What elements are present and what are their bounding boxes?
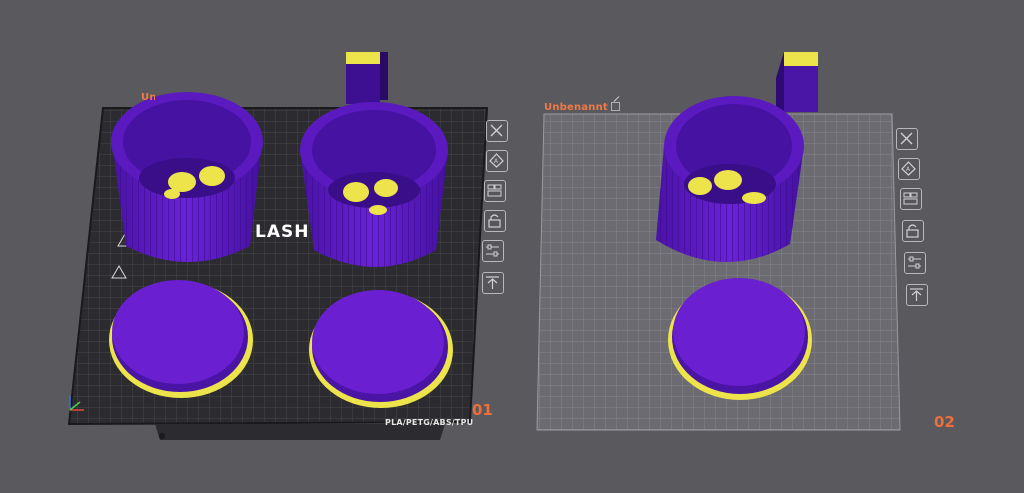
- arrange-icon[interactable]: [900, 188, 922, 210]
- prime-tower[interactable]: [776, 52, 818, 112]
- bed-brand-text: LASH: [255, 222, 310, 242]
- plate-name-text: Unbenannt: [141, 92, 205, 103]
- svg-text:A: A: [494, 158, 499, 165]
- prime-tower[interactable]: [346, 52, 388, 104]
- filament-compatibility-label: PLA/PETG/ABS/TPU: [385, 418, 474, 427]
- cup-part[interactable]: [300, 102, 448, 267]
- arrange-icon[interactable]: [484, 180, 506, 202]
- move-to-top-icon[interactable]: [482, 272, 504, 294]
- svg-text:A: A: [906, 166, 911, 173]
- cup-part[interactable]: [656, 96, 804, 263]
- auto-orient-icon[interactable]: A: [898, 158, 920, 180]
- close-icon[interactable]: [486, 120, 508, 142]
- plate-settings-icon[interactable]: [904, 252, 926, 274]
- plate-number: 01: [472, 401, 493, 419]
- plate-name-label[interactable]: Unbenannt: [544, 102, 620, 113]
- auto-orient-icon[interactable]: A: [486, 150, 508, 172]
- cup-part[interactable]: [111, 92, 263, 262]
- lock-icon[interactable]: [484, 210, 506, 232]
- plate-name-text: Unbenannt: [544, 102, 608, 113]
- plate-number: 02: [934, 413, 955, 431]
- move-to-top-icon[interactable]: [906, 284, 928, 306]
- edit-icon[interactable]: [610, 102, 620, 111]
- close-icon[interactable]: [896, 128, 918, 150]
- lock-icon[interactable]: [902, 220, 924, 242]
- 3d-viewport[interactable]: [0, 0, 1024, 493]
- plate-name-label: Unbenannt: [141, 92, 205, 103]
- plate-settings-icon[interactable]: [482, 240, 504, 262]
